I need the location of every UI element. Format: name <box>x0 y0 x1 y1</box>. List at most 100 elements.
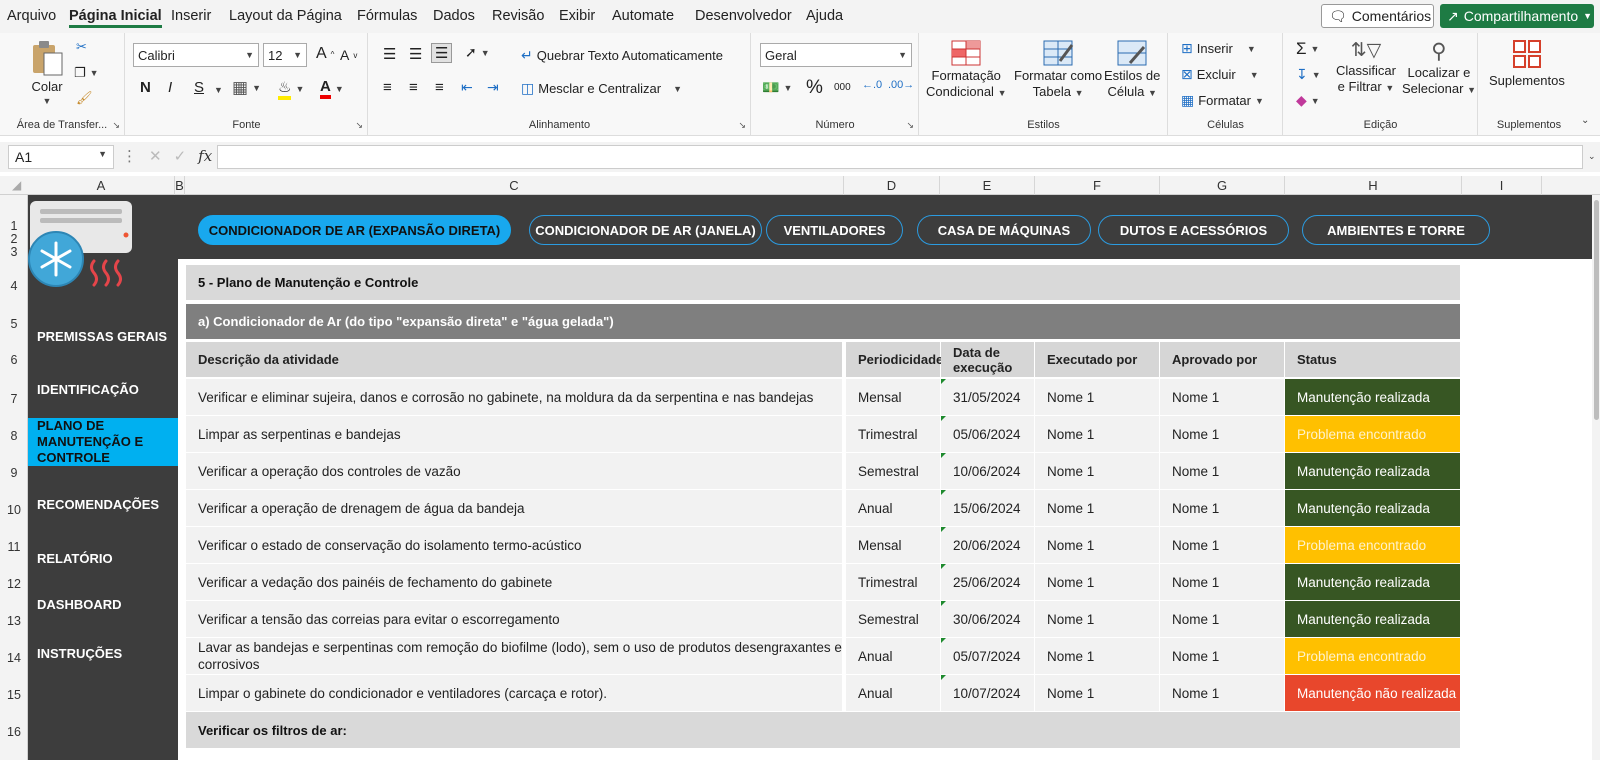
column-header-d[interactable]: D <box>844 176 940 195</box>
increase-indent-icon[interactable]: ⇥ <box>487 79 499 96</box>
row-header-4[interactable]: 4 <box>0 279 28 293</box>
italic-button[interactable]: I <box>168 79 172 96</box>
enter-icon[interactable]: ✓ <box>174 147 187 165</box>
clear-icon[interactable]: ◆ ▼ <box>1296 92 1320 109</box>
cell-execution-date[interactable]: 25/06/2024 <box>941 564 1034 600</box>
cell-executed-by[interactable]: Nome 1 <box>1035 564 1159 600</box>
cell-execution-date[interactable]: 05/06/2024 <box>941 416 1034 452</box>
column-header-h[interactable]: H <box>1285 176 1462 195</box>
row-header-3[interactable]: 3 <box>0 245 28 259</box>
menu-item-10[interactable]: Desenvolvedor <box>695 8 792 24</box>
row-header-15[interactable]: 15 <box>0 688 28 702</box>
cell-execution-date[interactable]: 20/06/2024 <box>941 527 1034 563</box>
column-header-c[interactable]: C <box>185 176 844 195</box>
cell-periodicity[interactable]: Semestral <box>846 453 940 489</box>
menu-item-1[interactable]: Arquivo <box>7 8 56 24</box>
dialog-launcher-icon[interactable]: ↘ <box>906 120 914 131</box>
cell-approved-by[interactable]: Nome 1 <box>1160 416 1284 452</box>
insert-function-button[interactable]: fx <box>198 147 212 165</box>
more-icon[interactable]: ⋮ <box>122 147 137 165</box>
row-header-11[interactable]: 11 <box>0 540 28 554</box>
row-header-2[interactable]: 2 <box>0 232 28 246</box>
currency-icon[interactable]: 💵 ▼ <box>762 79 792 96</box>
sidebar-item-3[interactable]: PLANO DE MANUTENÇÃO E CONTROLE <box>28 418 178 466</box>
row-header-7[interactable]: 7 <box>0 392 28 406</box>
sidebar-item-4[interactable]: RECOMENDAÇÕES <box>28 490 178 520</box>
tab-5[interactable]: DUTOS E ACESSÓRIOS <box>1098 215 1289 245</box>
cell-execution-date[interactable]: 10/07/2024 <box>941 675 1034 711</box>
cell-styles-button[interactable]: Estilos de Célula ▼ <box>1104 39 1160 99</box>
menu-item-3[interactable]: Inserir <box>171 8 211 24</box>
cell-executed-by[interactable]: Nome 1 <box>1035 453 1159 489</box>
delete-cells-button[interactable]: ⊠ Excluir ▼ <box>1181 66 1259 83</box>
orientation-icon[interactable]: ➚ ▼ <box>465 44 490 61</box>
menu-item-6[interactable]: Dados <box>433 8 475 24</box>
tab-6[interactable]: AMBIENTES E TORRE <box>1302 215 1490 245</box>
cell-approved-by[interactable]: Nome 1 <box>1160 379 1284 415</box>
cell-status[interactable]: Manutenção realizada <box>1285 601 1460 637</box>
cell-description[interactable]: Limpar as serpentinas e bandejas <box>186 416 842 452</box>
cell-status[interactable]: Problema encontrado <box>1285 416 1460 452</box>
row-header-13[interactable]: 13 <box>0 614 28 628</box>
align-left-icon[interactable]: ≡ <box>383 79 392 96</box>
align-bottom-icon[interactable]: ☰ <box>431 43 453 63</box>
cell-executed-by[interactable]: Nome 1 <box>1035 601 1159 637</box>
cell-execution-date[interactable]: 10/06/2024 <box>941 453 1034 489</box>
align-top-icon[interactable]: ☰ <box>383 45 396 63</box>
autosum-icon[interactable]: Σ ▼ <box>1296 39 1319 59</box>
align-center-icon[interactable]: ≡ <box>409 79 418 96</box>
cell-approved-by[interactable]: Nome 1 <box>1160 638 1284 674</box>
find-select-button[interactable]: ⚲ Localizar e Selecionar ▼ <box>1402 39 1476 96</box>
cell-approved-by[interactable]: Nome 1 <box>1160 490 1284 526</box>
column-header-a[interactable]: A <box>28 176 175 195</box>
column-header-e[interactable]: E <box>940 176 1035 195</box>
menu-item-9[interactable]: Automate <box>612 8 674 24</box>
dialog-launcher-icon[interactable]: ↘ <box>355 120 363 131</box>
column-header-f[interactable]: F <box>1035 176 1160 195</box>
tab-4[interactable]: CASA DE MÁQUINAS <box>917 215 1091 245</box>
cell-approved-by[interactable]: Nome 1 <box>1160 675 1284 711</box>
cell-periodicity[interactable]: Anual <box>846 638 940 674</box>
formula-input[interactable] <box>217 145 1583 169</box>
font-size-select[interactable]: 12 ▼ <box>263 43 307 67</box>
sidebar-item-6[interactable]: DASHBOARD <box>28 590 178 620</box>
menu-item-8[interactable]: Exibir <box>559 8 595 24</box>
chevron-down-icon[interactable]: ▼ <box>214 85 223 95</box>
menu-item-2[interactable]: Página Inicial <box>69 8 162 28</box>
menu-item-7[interactable]: Revisão <box>492 8 544 24</box>
bold-button[interactable]: N <box>140 79 151 96</box>
cell-status[interactable]: Manutenção realizada <box>1285 453 1460 489</box>
cell-periodicity[interactable]: Anual <box>846 490 940 526</box>
column-header-i[interactable]: I <box>1462 176 1542 195</box>
cell-description[interactable]: Lavar as bandejas e serpentinas com remo… <box>186 638 842 674</box>
dialog-launcher-icon[interactable]: ↘ <box>738 120 746 131</box>
column-header-b[interactable]: B <box>175 176 185 195</box>
column-header-g[interactable]: G <box>1160 176 1285 195</box>
decrease-decimal-icon[interactable]: .00→ <box>888 79 914 91</box>
merge-center-button[interactable]: ◫ Mesclar e Centralizar ▼ <box>521 80 682 97</box>
cell-periodicity[interactable]: Semestral <box>846 601 940 637</box>
sidebar-item-7[interactable]: INSTRUÇÕES <box>28 639 178 669</box>
row-header-12[interactable]: 12 <box>0 577 28 591</box>
row-header-1[interactable]: 1 <box>0 219 28 233</box>
tab-1[interactable]: CONDICIONADOR DE AR (EXPANSÃO DIRETA) <box>198 215 511 245</box>
percent-button[interactable]: % <box>806 77 823 99</box>
cell-status[interactable]: Manutenção não realizada <box>1285 675 1460 711</box>
underline-button[interactable]: S <box>194 79 204 96</box>
cell-status[interactable]: Problema encontrado <box>1285 527 1460 563</box>
cell-executed-by[interactable]: Nome 1 <box>1035 527 1159 563</box>
format-cells-button[interactable]: ▦ Formatar ▼ <box>1181 92 1264 109</box>
cell-executed-by[interactable]: Nome 1 <box>1035 638 1159 674</box>
cell-description[interactable]: Verificar a vedação dos painéis de fecha… <box>186 564 842 600</box>
tab-2[interactable]: CONDICIONADOR DE AR (JANELA) <box>529 215 762 245</box>
cell-status[interactable]: Manutenção realizada <box>1285 379 1460 415</box>
cell-executed-by[interactable]: Nome 1 <box>1035 490 1159 526</box>
cell-periodicity[interactable]: Anual <box>846 675 940 711</box>
cell-execution-date[interactable]: 15/06/2024 <box>941 490 1034 526</box>
font-color-icon[interactable]: A ▼ <box>320 78 344 99</box>
conditional-formatting-button[interactable]: Formatação Condicional ▼ <box>926 39 1006 99</box>
borders-icon[interactable]: ▦ ▼ <box>232 78 261 98</box>
sidebar-item-1[interactable]: PREMISSAS GERAIS <box>28 322 178 352</box>
sort-filter-button[interactable]: ⇅▽ Classificar e Filtrar ▼ <box>1336 39 1396 94</box>
row-header-6[interactable]: 6 <box>0 353 28 367</box>
